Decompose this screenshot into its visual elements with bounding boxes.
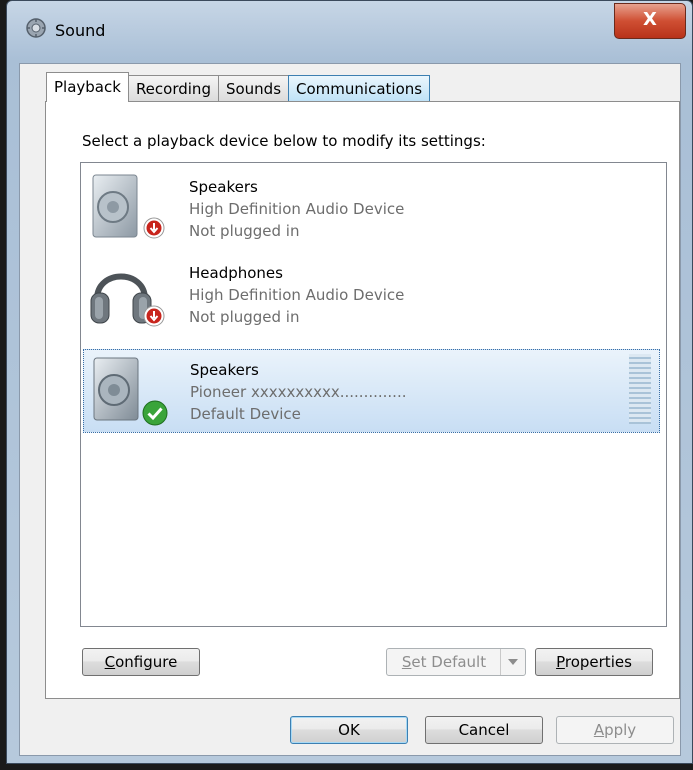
tab-communications[interactable]: Communications: [288, 75, 431, 101]
close-icon: X: [643, 9, 657, 30]
device-name: Headphones: [189, 264, 283, 282]
configure-button[interactable]: Configure: [82, 648, 200, 676]
close-button[interactable]: X: [614, 3, 686, 39]
properties-button[interactable]: Properties: [535, 648, 653, 676]
device-name: Speakers: [190, 361, 259, 379]
tab-playback[interactable]: Playback: [46, 72, 129, 102]
device-name: Speakers: [189, 178, 258, 196]
device-status: Not plugged in: [189, 222, 300, 240]
configure-accel: C: [104, 653, 116, 671]
playback-tab-panel: Select a playback device below to modify…: [45, 101, 680, 699]
properties-accel: P: [556, 653, 565, 671]
sound-app-icon: [26, 18, 46, 38]
title-bar[interactable]: Sound X: [7, 1, 692, 59]
set-default-button[interactable]: Set Default: [386, 648, 526, 676]
device-status: Not plugged in: [189, 308, 300, 326]
ok-button[interactable]: OK: [290, 716, 408, 744]
device-status: Default Device: [190, 405, 301, 423]
default-check-icon: [142, 400, 168, 426]
properties-label: roperties: [564, 653, 632, 671]
cancel-button[interactable]: Cancel: [425, 716, 543, 744]
unplugged-badge-icon: [143, 305, 165, 327]
device-description: High Definition Audio Device: [189, 200, 405, 218]
device-speakers-hd[interactable]: Speakers High Definition Audio Device No…: [83, 167, 660, 251]
device-list[interactable]: Speakers High Definition Audio Device No…: [80, 162, 667, 627]
device-headphones-hd[interactable]: Headphones High Definition Audio Device …: [83, 253, 660, 337]
apply-label: pply: [604, 721, 637, 739]
apply-button[interactable]: Apply: [556, 716, 674, 744]
apply-accel: A: [593, 721, 605, 739]
volume-level-meter: [629, 354, 651, 424]
tab-strip: Playback Recording Sounds Communications: [46, 72, 431, 102]
set-default-accel: S: [401, 653, 412, 671]
instruction-text: Select a playback device below to modify…: [82, 132, 486, 150]
device-description: Pioneer xxxxxxxxxx..............: [190, 383, 407, 401]
tab-sounds[interactable]: Sounds: [217, 75, 290, 101]
device-speakers-pioneer[interactable]: Speakers Pioneer xxxxxxxxxx.............…: [83, 349, 660, 433]
unplugged-badge-icon: [143, 217, 165, 239]
configure-label: onfigure: [115, 653, 178, 671]
chevron-down-icon[interactable]: [500, 649, 525, 675]
set-default-label: et Default: [411, 653, 487, 671]
device-description: High Definition Audio Device: [189, 286, 405, 304]
window-title: Sound: [55, 21, 106, 40]
tab-recording[interactable]: Recording: [127, 75, 219, 101]
